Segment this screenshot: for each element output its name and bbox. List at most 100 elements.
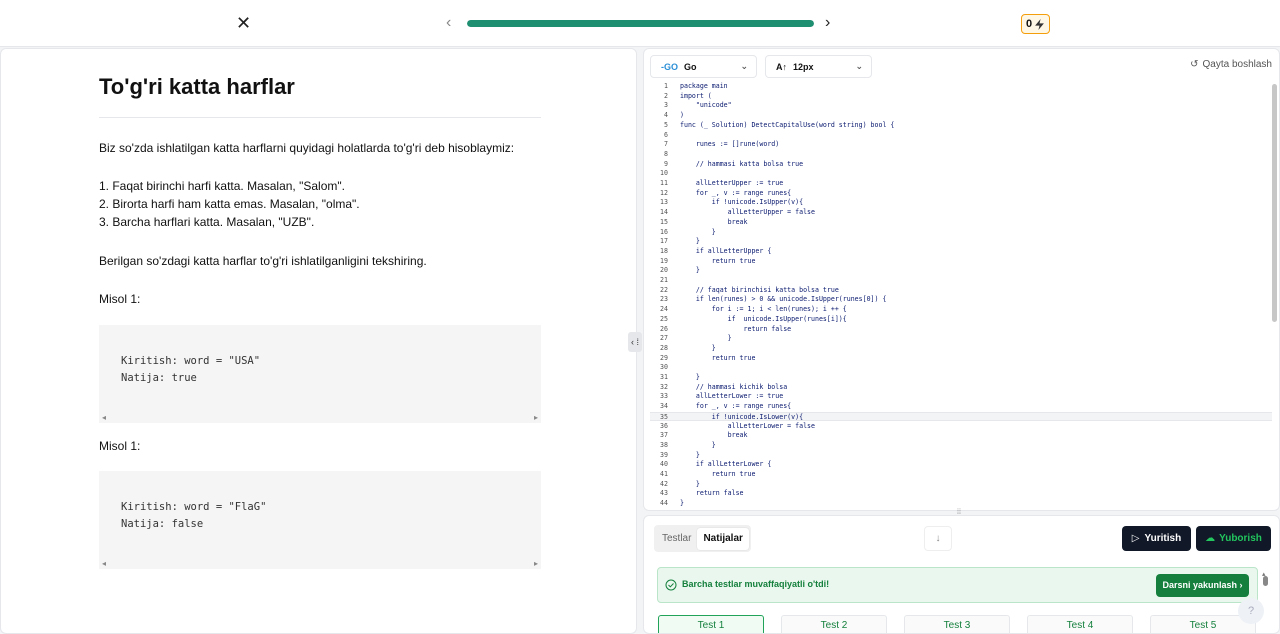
code-line[interactable]: 6 <box>650 131 1272 141</box>
line-number: 9 <box>664 159 668 168</box>
code-line[interactable]: 21 <box>650 276 1272 286</box>
code-line[interactable]: 25 if unicode.IsUpper(runes[i]){ <box>650 315 1272 325</box>
line-number: 2 <box>664 91 668 100</box>
code-line[interactable]: 28 } <box>650 344 1272 354</box>
code-line[interactable]: 30 <box>650 363 1272 373</box>
code-text: return true <box>680 353 756 362</box>
result-tabs: Testlar Natijalar <box>654 525 751 552</box>
horizontal-scrollbar[interactable]: ◂ ▸ <box>99 413 541 423</box>
code-line[interactable]: 19 return true <box>650 257 1272 267</box>
line-number: 21 <box>660 276 668 284</box>
code-line[interactable]: 42 } <box>650 480 1272 490</box>
code-line[interactable]: 27 } <box>650 334 1272 344</box>
code-line[interactable]: 35 if !unicode.IsLower(v){ <box>650 411 1272 422</box>
code-line[interactable]: 44} <box>650 499 1272 509</box>
line-number: 43 <box>660 489 668 498</box>
code-line[interactable]: 5 func (_ Solution) DetectCapitalUse(word… <box>650 121 1272 131</box>
code-editor-panel: -GO Go ⌄ A↑ 12px ⌄ ↺ Qayta boshlash 1 pac… <box>643 48 1280 511</box>
test-tab-1[interactable]: Test 1 <box>658 615 764 633</box>
run-button[interactable]: ▷ Yuritish <box>1122 526 1191 551</box>
results-scrollbar[interactable]: ▴ <box>1262 570 1269 592</box>
arrow-down-icon[interactable]: ↓ <box>924 526 952 551</box>
code-text: allLetterLower = false <box>680 421 815 430</box>
test-tab-3[interactable]: Test 3 <box>904 615 1010 633</box>
results-panel: Testlar Natijalar ↓ ▷ Yuritish ☁ Yuboris… <box>643 515 1280 634</box>
code-line[interactable]: 43 return false <box>650 489 1272 499</box>
code-text: allLetterUpper := true <box>680 179 784 187</box>
code-line[interactable]: 39 } <box>650 451 1272 461</box>
horizontal-scrollbar[interactable]: ◂ ▸ <box>99 559 541 569</box>
code-line[interactable]: 29 return true <box>650 354 1272 364</box>
progress-fill <box>467 20 814 27</box>
test-tab-2[interactable]: Test 2 <box>781 615 887 633</box>
tab-results[interactable]: Natijalar <box>697 527 749 550</box>
code-line[interactable]: 20 } <box>650 266 1272 276</box>
chevron-left-icon[interactable]: ‹ <box>446 13 451 33</box>
code-line[interactable]: 10 <box>650 169 1272 179</box>
code-line[interactable]: 40 if allLetterLower { <box>650 460 1272 470</box>
code-area[interactable]: 1 package main 2 import (3 "unicode" 4) 5 func… <box>650 82 1279 510</box>
divider <box>99 117 541 118</box>
code-text: } <box>680 334 732 343</box>
code-line[interactable]: 14 allLetterUpper = false <box>650 208 1272 218</box>
line-number: 7 <box>664 140 668 149</box>
example-output: Natija: true <box>121 372 197 384</box>
code-line[interactable]: 33 allLetterLower := true <box>650 392 1272 402</box>
line-number: 3 <box>664 101 668 110</box>
vertical-scrollbar[interactable] <box>1272 84 1277 322</box>
rule-item: 2. Birorta harfi ham katta emas. Masalan… <box>99 197 360 211</box>
panel-resize-handle[interactable]: ‹ ⁞ <box>628 332 642 352</box>
code-line[interactable]: 23 if len(runes) > 0 && unicode.IsUpper(… <box>650 295 1272 305</box>
code-line[interactable]: 8 <box>650 150 1272 160</box>
chevron-right-icon[interactable]: › <box>825 13 830 33</box>
code-text: if unicode.IsUpper(runes[i]){ <box>680 314 847 323</box>
line-number: 29 <box>660 353 668 362</box>
code-line[interactable]: 2 import ( <box>650 92 1272 102</box>
code-line[interactable]: 7 runes := []rune(word) <box>650 140 1272 150</box>
code-line[interactable]: 4) <box>650 111 1272 121</box>
code-line[interactable]: 32 // hammasi kichik bolsa <box>650 383 1272 393</box>
close-icon[interactable]: ✕ <box>236 13 251 33</box>
code-line[interactable]: 12 for _, v := range runes{ <box>650 189 1272 199</box>
code-line[interactable]: 24 for i := 1; i < len(runes); i ++ { <box>650 305 1272 315</box>
code-text: for _, v := range runes{ <box>680 402 792 411</box>
code-text: if allLetterUpper { <box>680 246 772 255</box>
code-line[interactable]: 15 break <box>650 218 1272 228</box>
reset-button[interactable]: ↺ Qayta boshlash <box>1190 59 1272 70</box>
code-line[interactable]: 34 for _, v := range runes{ <box>650 402 1272 412</box>
code-line[interactable]: 3 "unicode" <box>650 101 1272 111</box>
code-line[interactable]: 22 // faqat birinchisi katta bolsa true <box>650 286 1272 296</box>
font-size-value: 12px <box>793 61 814 72</box>
line-number: 38 <box>660 440 668 449</box>
code-line[interactable]: 31 } <box>650 373 1272 383</box>
code-line[interactable]: 26 return false <box>650 325 1272 335</box>
code-line[interactable]: 37 break <box>650 431 1272 441</box>
code-text: func (_ Solution) DetectCapitalUse(word … <box>680 120 895 129</box>
code-line[interactable]: 38 } <box>650 441 1272 451</box>
line-number: 13 <box>660 198 668 207</box>
help-button[interactable]: ? <box>1238 598 1264 624</box>
font-size-select[interactable]: A↑ 12px ⌄ <box>765 55 872 78</box>
chevron-down-icon: ⌄ <box>740 61 748 71</box>
language-select[interactable]: -GO Go ⌄ <box>650 55 757 78</box>
line-number: 42 <box>660 479 668 488</box>
code-line[interactable]: 11 allLetterUpper := true <box>650 179 1272 189</box>
code-text: } <box>680 440 716 449</box>
code-line[interactable]: 1 package main <box>650 82 1272 92</box>
code-text: import ( <box>680 91 712 100</box>
finish-lesson-button[interactable]: Darsni yakunlash › <box>1156 574 1249 597</box>
line-number: 40 <box>660 460 668 469</box>
code-line[interactable]: 16 } <box>650 228 1272 238</box>
submit-button[interactable]: ☁ Yuborish <box>1196 526 1271 551</box>
tab-tests[interactable]: Testlar <box>656 528 697 550</box>
code-line[interactable]: 18 if allLetterUpper { <box>650 247 1272 257</box>
line-number: 41 <box>660 470 668 478</box>
cloud-upload-icon: ☁ <box>1205 533 1216 544</box>
code-line[interactable]: 13 if !unicode.IsUpper(v){ <box>650 198 1272 208</box>
code-line[interactable]: 36 allLetterLower = false <box>650 422 1272 432</box>
code-line[interactable]: 9 // hammasi katta bolsa true <box>650 160 1272 170</box>
code-line[interactable]: 41 return true <box>650 470 1272 480</box>
test-tab-4[interactable]: Test 4 <box>1027 615 1133 633</box>
problem-panel: To'g'ri katta harflar Biz so'zda ishlati… <box>0 48 637 634</box>
code-line[interactable]: 17 } <box>650 237 1272 247</box>
